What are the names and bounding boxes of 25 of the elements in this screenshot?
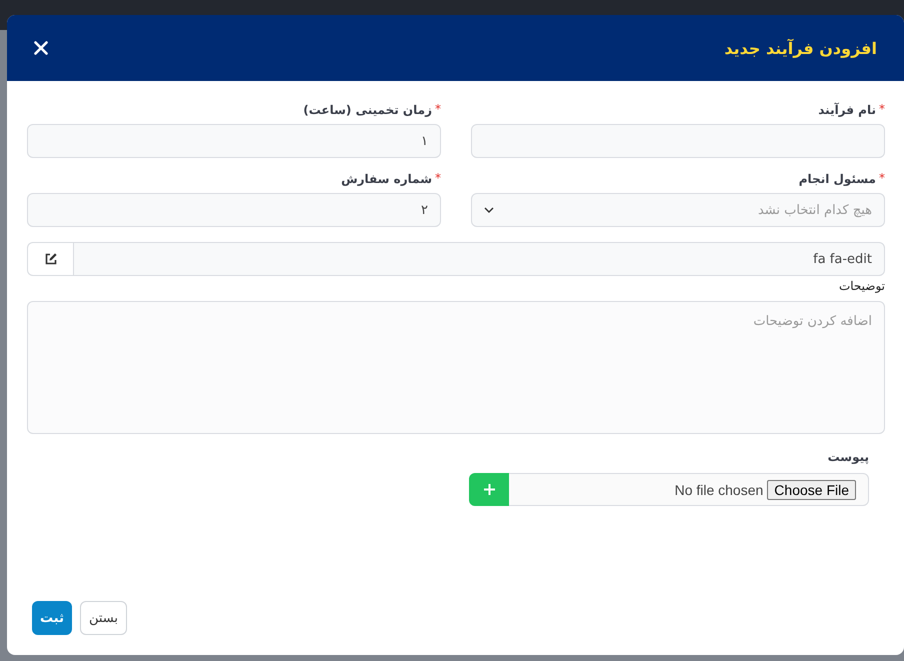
edit-icon — [44, 252, 58, 266]
submit-button[interactable]: ثبت — [32, 601, 72, 635]
icon-class-field[interactable]: fa fa-edit — [73, 242, 885, 276]
close-button[interactable]: بستن — [80, 601, 127, 635]
field-label: مسئول انجام — [798, 172, 876, 186]
file-status: No file chosen — [674, 482, 764, 498]
attachment-label: پیوست — [828, 450, 869, 464]
text-field[interactable] — [471, 124, 885, 158]
field-label: شماره سفارش — [341, 172, 432, 186]
text-field[interactable]: ۲ — [27, 193, 441, 227]
required-mark: * — [879, 103, 885, 115]
required-mark: * — [435, 172, 441, 184]
text-field[interactable]: ۱ — [27, 124, 441, 158]
field-label: نام فرآیند — [818, 103, 876, 117]
field-label: زمان تخمینی (ساعت) — [303, 103, 432, 117]
required-mark: * — [435, 103, 441, 115]
file-input[interactable]: No file chosen Choose File — [509, 473, 869, 506]
close-icon[interactable] — [34, 41, 48, 55]
required-mark: * — [879, 172, 885, 184]
chevron-down-icon — [484, 207, 494, 213]
plus-icon — [484, 484, 494, 495]
edit-button[interactable] — [27, 242, 73, 276]
choose-file-button[interactable]: Choose File — [767, 480, 856, 500]
dialog-title: افزودن فرآیند جدید — [724, 38, 877, 58]
description-label: توضیحات — [838, 279, 885, 293]
